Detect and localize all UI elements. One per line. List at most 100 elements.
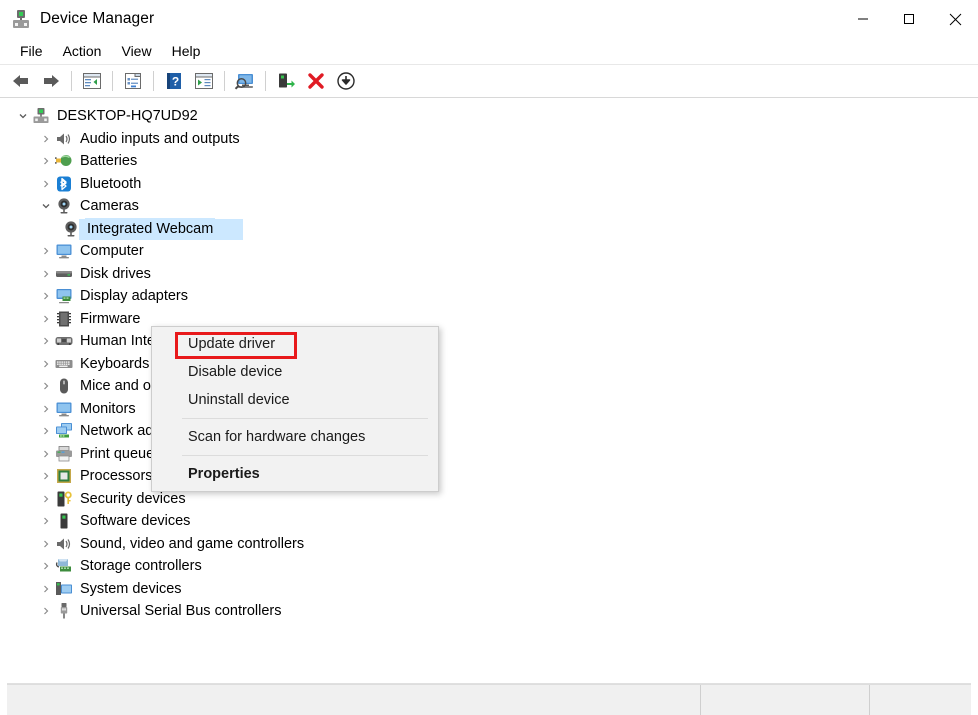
chevron-right-icon[interactable] bbox=[38, 584, 54, 594]
chevron-right-icon[interactable] bbox=[38, 291, 54, 301]
tree-item-label: Software devices bbox=[80, 512, 190, 530]
chevron-right-icon[interactable] bbox=[38, 426, 54, 436]
menu-action[interactable]: Action bbox=[53, 40, 112, 63]
update-driver-icon[interactable] bbox=[272, 68, 300, 94]
device-manager-icon bbox=[10, 8, 32, 30]
menu-help[interactable]: Help bbox=[162, 40, 211, 63]
show-hide-action-pane-icon[interactable] bbox=[190, 68, 218, 94]
tree-item-storage-controllers[interactable]: Storage controllers bbox=[7, 555, 971, 578]
chevron-right-icon[interactable] bbox=[38, 381, 54, 391]
tree-item-label: Firmware bbox=[80, 310, 140, 328]
context-menu-item-uninstall-device[interactable]: Uninstall device bbox=[152, 386, 438, 414]
back-arrow-icon[interactable] bbox=[7, 68, 35, 94]
window-controls bbox=[840, 0, 978, 38]
uninstall-device-icon[interactable] bbox=[302, 68, 330, 94]
computer-icon bbox=[31, 107, 51, 125]
tree-item-label: Processors bbox=[80, 467, 153, 485]
processor-icon bbox=[54, 467, 74, 485]
tree-item-label: Audio inputs and outputs bbox=[80, 130, 240, 148]
minimize-button[interactable] bbox=[840, 0, 886, 38]
tree-item-sound-video-and-game-controllers[interactable]: Sound, video and game controllers bbox=[7, 533, 971, 556]
camera-icon bbox=[61, 220, 81, 238]
tree-item-cameras[interactable]: Cameras bbox=[7, 195, 971, 218]
chevron-right-icon[interactable] bbox=[38, 179, 54, 189]
monitor-icon bbox=[54, 400, 74, 418]
help-icon[interactable]: ? bbox=[160, 68, 188, 94]
tree-item-audio-inputs-and-outputs[interactable]: Audio inputs and outputs bbox=[7, 128, 971, 151]
chevron-right-icon[interactable] bbox=[38, 336, 54, 346]
system-device-icon bbox=[54, 580, 74, 598]
chevron-right-icon[interactable] bbox=[38, 269, 54, 279]
chevron-right-icon[interactable] bbox=[38, 539, 54, 549]
title-bar: Device Manager bbox=[0, 0, 978, 38]
firmware-chip-icon bbox=[54, 310, 74, 328]
tree-item-software-devices[interactable]: Software devices bbox=[7, 510, 971, 533]
chevron-right-icon[interactable] bbox=[38, 516, 54, 526]
device-tree-pane[interactable]: DESKTOP-HQ7UD92 Audio inputs and outputs bbox=[7, 98, 971, 684]
context-menu-item-update-driver[interactable]: Update driver bbox=[152, 330, 438, 358]
chevron-right-icon[interactable] bbox=[38, 494, 54, 504]
chevron-down-icon[interactable] bbox=[15, 111, 31, 121]
chevron-right-icon[interactable] bbox=[38, 606, 54, 616]
tree-item-root[interactable]: DESKTOP-HQ7UD92 bbox=[7, 105, 971, 128]
tree-item-label: Monitors bbox=[80, 400, 136, 418]
tree-item-system-devices[interactable]: System devices bbox=[7, 578, 971, 601]
tree-item-label: Computer bbox=[80, 242, 144, 260]
chevron-right-icon[interactable] bbox=[38, 246, 54, 256]
chevron-right-icon[interactable] bbox=[38, 134, 54, 144]
toolbar-separator bbox=[153, 71, 154, 91]
tree-item-label: Integrated Webcam bbox=[87, 220, 213, 238]
properties-icon[interactable] bbox=[119, 68, 147, 94]
tree-item-universal-serial-bus-controllers[interactable]: Universal Serial Bus controllers bbox=[7, 600, 971, 623]
chevron-right-icon[interactable] bbox=[38, 471, 54, 481]
context-menu-item-scan-for-hardware-changes[interactable]: Scan for hardware changes bbox=[152, 423, 438, 451]
context-menu-item-disable-device[interactable]: Disable device bbox=[152, 358, 438, 386]
tree-item-integrated-webcam[interactable]: Integrated Webcam bbox=[7, 218, 971, 241]
show-hide-console-tree-icon[interactable] bbox=[78, 68, 106, 94]
tree-item-label: DESKTOP-HQ7UD92 bbox=[57, 107, 198, 125]
tree-item-label: Keyboards bbox=[80, 355, 149, 373]
tree-item-label: Bluetooth bbox=[80, 175, 141, 193]
monitor-icon bbox=[54, 242, 74, 260]
context-menu[interactable]: Update driver Disable device Uninstall d… bbox=[151, 326, 439, 492]
camera-icon bbox=[54, 197, 74, 215]
battery-icon bbox=[54, 152, 74, 170]
tree-item-label: Print queues bbox=[80, 445, 161, 463]
tree-item-label: Security devices bbox=[80, 490, 186, 508]
close-button[interactable] bbox=[932, 0, 978, 38]
status-bar-main bbox=[7, 685, 701, 715]
tree-item-batteries[interactable]: Batteries bbox=[7, 150, 971, 173]
usb-icon bbox=[54, 602, 74, 620]
chevron-right-icon[interactable] bbox=[38, 156, 54, 166]
chevron-right-icon[interactable] bbox=[38, 314, 54, 324]
tree-item-label: Disk drives bbox=[80, 265, 151, 283]
tree-item-label: Display adapters bbox=[80, 287, 188, 305]
chevron-down-icon[interactable] bbox=[38, 201, 54, 211]
display-adapter-icon bbox=[54, 287, 74, 305]
status-bar-segment-3 bbox=[870, 685, 971, 715]
chevron-right-icon[interactable] bbox=[38, 404, 54, 414]
chevron-right-icon[interactable] bbox=[38, 561, 54, 571]
context-menu-item-properties[interactable]: Properties bbox=[152, 460, 438, 488]
menu-file[interactable]: File bbox=[10, 40, 53, 63]
window-title: Device Manager bbox=[40, 10, 154, 28]
chevron-right-icon[interactable] bbox=[38, 359, 54, 369]
scan-for-hardware-changes-icon[interactable] bbox=[231, 68, 259, 94]
network-adapter-icon bbox=[54, 422, 74, 440]
storage-controller-icon bbox=[54, 557, 74, 575]
menu-view[interactable]: View bbox=[111, 40, 161, 63]
keyboard-icon bbox=[54, 355, 74, 373]
forward-arrow-icon[interactable] bbox=[37, 68, 65, 94]
status-bar bbox=[7, 684, 971, 715]
tree-item-label: Batteries bbox=[80, 152, 137, 170]
mouse-icon bbox=[54, 377, 74, 395]
tree-item-disk-drives[interactable]: Disk drives bbox=[7, 263, 971, 286]
disable-device-icon[interactable] bbox=[332, 68, 360, 94]
tree-item-label: Storage controllers bbox=[80, 557, 202, 575]
maximize-button[interactable] bbox=[886, 0, 932, 38]
chevron-right-icon[interactable] bbox=[38, 449, 54, 459]
tree-item-label: Cameras bbox=[80, 197, 139, 215]
tree-item-bluetooth[interactable]: Bluetooth bbox=[7, 173, 971, 196]
tree-item-display-adapters[interactable]: Display adapters bbox=[7, 285, 971, 308]
tree-item-computer[interactable]: Computer bbox=[7, 240, 971, 263]
